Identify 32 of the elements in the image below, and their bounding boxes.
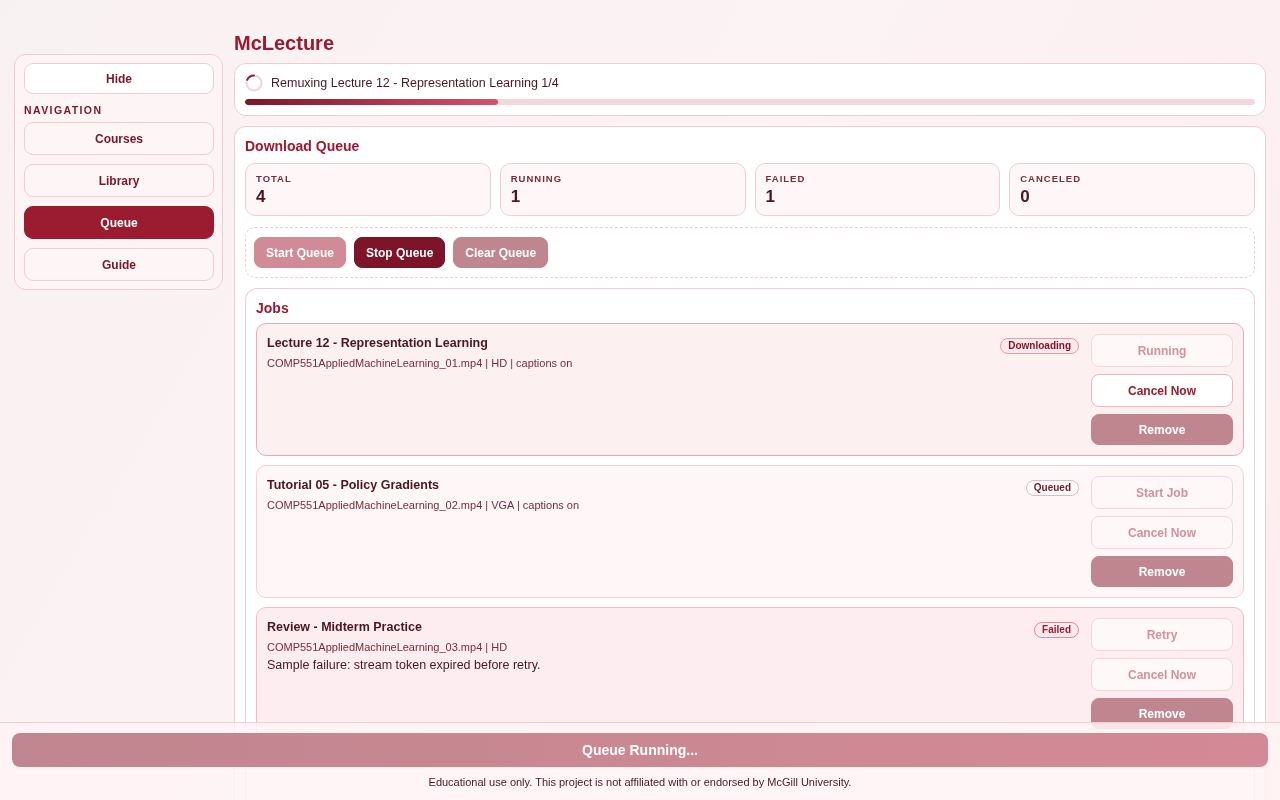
stat-value: 0 [1020,187,1030,207]
status-badge: Queued [1025,480,1079,496]
stat-label: RUNNING [510,173,563,185]
hide-button[interactable]: Hide [24,63,214,94]
stat-value: 4 [256,187,266,207]
status-badge: Downloading [1000,338,1079,354]
stat-label: FAILED [765,173,806,185]
nav-item[interactable]: Guide [24,248,214,281]
disclaimer-text: Educational use only. This project is not affiliated with or endorsed by McGill University. [428,775,852,789]
nav-item[interactable]: Library [24,164,214,197]
spinner-icon [245,74,263,92]
stat-label: CANCELED [1020,173,1082,185]
job-action-button[interactable]: Cancel Now [1091,374,1233,407]
job-title: Lecture 12 - Representation Learning [267,335,488,352]
app-title: McLecture [234,32,335,54]
section-title: Download Queue [245,137,360,155]
job-title: Tutorial 05 - Policy Gradients [267,477,440,494]
job-file-info: COMP551AppliedMachineLearning_03.mp4 | HD [267,640,508,655]
stat-label: TOTAL [256,173,292,185]
nav-section-label: NAVIGATION [24,104,103,116]
job-file-info: COMP551AppliedMachineLearning_01.mp4 | HD | captions on [267,356,573,371]
stat-value: 1 [765,187,775,207]
nav-item[interactable]: Queue [24,206,214,239]
job-error-message: Sample failure: stream token expired before retry. [267,657,541,674]
stat-value: 1 [510,187,521,207]
status-badge: Failed [1034,622,1079,638]
progress-message: Remuxing Lecture 12 - Representation Learning 1/4 [271,76,559,90]
queue-control-button[interactable]: Stop Queue [354,237,446,268]
section-title: Jobs [256,299,289,317]
job-title: Review - Midterm Practice [267,619,422,636]
nav-item[interactable]: Courses [24,122,214,155]
job-file-info: COMP551AppliedMachineLearning_02.mp4 | VGA | captions on [267,498,580,513]
